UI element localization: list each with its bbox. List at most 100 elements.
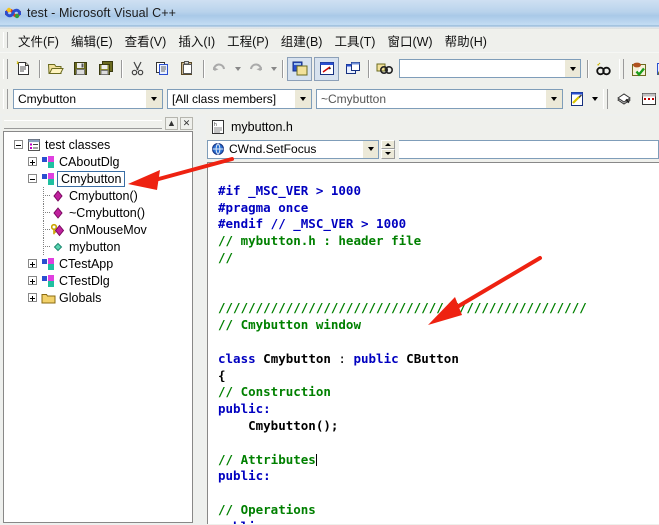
expander-plus-globals[interactable]: [24, 293, 40, 302]
window-list-button[interactable]: [341, 58, 364, 80]
tree-label-caboutdlg: CAboutDlg: [59, 154, 120, 169]
expander-plus-ctestdlg[interactable]: [24, 276, 40, 285]
function-combo[interactable]: CWnd.SetFocus: [207, 139, 379, 159]
workspace-caption-grip[interactable]: [4, 120, 162, 129]
menu-window[interactable]: 窗口(W): [381, 29, 438, 52]
tree-item-ctestapp[interactable]: CTestApp: [10, 255, 192, 272]
spinner-up-button[interactable]: [381, 139, 395, 149]
new-file-button[interactable]: [12, 58, 35, 80]
expander-plus-ctestapp[interactable]: [24, 259, 40, 268]
tree-label-ctestdlg: CTestDlg: [59, 273, 110, 288]
vcpp-icon: [5, 7, 21, 19]
menu-build[interactable]: 组建(B): [275, 29, 329, 52]
undo-dropdown-button[interactable]: [232, 58, 243, 80]
class-combo[interactable]: Cmybutton: [13, 88, 163, 109]
find-in-files-button[interactable]: [373, 58, 396, 80]
member-function-key-icon: [50, 222, 66, 237]
tree-label-test-classes: test classes: [45, 137, 111, 152]
menu-grip[interactable]: [3, 32, 8, 48]
toolbar-grip[interactable]: [3, 58, 8, 79]
resource-button[interactable]: [637, 88, 659, 110]
function-combo-arrow[interactable]: [362, 140, 378, 158]
undo-button[interactable]: [208, 58, 231, 80]
menu-file[interactable]: 文件(F): [12, 29, 65, 52]
output-window-button[interactable]: [314, 56, 339, 81]
tree-connector-4: [36, 238, 50, 255]
wizard-dropdown-button[interactable]: [589, 88, 600, 110]
tree-item-onmousemove[interactable]: OnMouseMov: [10, 221, 192, 238]
workspace-window-button[interactable]: [287, 56, 312, 81]
classes-folder-icon: [26, 137, 42, 152]
save-all-button[interactable]: [94, 58, 117, 80]
chevron-down-icon-8: [367, 147, 374, 151]
expander-plus-caboutdlg[interactable]: [24, 157, 40, 166]
wizard-bar: Cmybutton [All class members] ~Cmybutton: [0, 83, 659, 114]
tree-item-caboutdlg[interactable]: CAboutDlg: [10, 153, 192, 170]
copy-button[interactable]: [151, 58, 174, 80]
tree-label-onmousemove: OnMouseMov: [69, 222, 147, 237]
code-line-8: // Cmybutton window: [218, 317, 361, 333]
save-all-icon: [99, 61, 113, 75]
output-window-icon: [319, 62, 334, 75]
open-file-button[interactable]: [44, 58, 67, 80]
tree-label-cmybutton[interactable]: Cmybutton: [57, 170, 126, 187]
menu-help[interactable]: 帮助(H): [439, 29, 493, 52]
workspace-minimize-button[interactable]: ▲: [165, 117, 178, 130]
class-view-tree[interactable]: test classes CAboutDlg Cmybutton Cmybutt…: [3, 131, 193, 523]
tree-item-cmybutton-ctor[interactable]: Cmybutton(): [10, 187, 192, 204]
expander-minus-root[interactable]: [10, 140, 26, 149]
wizardbar-grip[interactable]: [3, 88, 8, 109]
open-folder-button[interactable]: [653, 58, 659, 80]
toolbar-separator-2: [121, 59, 122, 78]
window-list-icon: [345, 62, 360, 74]
class-combo-arrow[interactable]: [145, 89, 162, 108]
menu-tools[interactable]: 工具(T): [328, 29, 381, 52]
save-button[interactable]: [69, 58, 92, 80]
vcpp-main-window: test - Microsoft Visual C++ 文件(F) 编辑(E) …: [0, 0, 659, 525]
chevron-down-icon-5: [300, 96, 306, 101]
filter-combo-arrow[interactable]: [294, 89, 311, 108]
tree-item-cmybutton-dtor[interactable]: ~Cmybutton(): [10, 204, 192, 221]
code-line-0: #if _MSC_VER > 1000: [218, 182, 361, 198]
menu-insert[interactable]: 插入(I): [172, 29, 221, 52]
tree-item-ctestdlg[interactable]: CTestDlg: [10, 272, 192, 289]
undo-icon: [213, 63, 225, 71]
workspace-close-button[interactable]: ✕: [180, 117, 193, 130]
find-binoculars-button[interactable]: [592, 58, 615, 80]
find-combo[interactable]: [399, 59, 581, 78]
tree-item-test-classes[interactable]: test classes: [10, 136, 192, 153]
editor-file-name[interactable]: mybutton.h: [231, 120, 293, 134]
chevron-down-icon: [234, 66, 241, 71]
build-button[interactable]: [612, 88, 635, 110]
filter-combo[interactable]: [All class members]: [167, 88, 312, 109]
menu-view[interactable]: 查看(V): [119, 29, 173, 52]
code-editor[interactable]: #if _MSC_VER > 1000 #pragma once #endif …: [207, 162, 659, 524]
menu-project[interactable]: 工程(P): [221, 29, 275, 52]
tree-root: test classes CAboutDlg Cmybutton Cmybutt…: [4, 132, 192, 306]
chevron-down-icon-6: [551, 96, 557, 101]
redo-dropdown-button[interactable]: [268, 58, 279, 80]
tree-connector-3: [36, 221, 50, 238]
compile-check-button[interactable]: [628, 58, 651, 80]
tree-item-mybutton-var[interactable]: mybutton: [10, 238, 192, 255]
toolbar-grip-2[interactable]: [619, 58, 624, 79]
wizard-action-button[interactable]: [565, 88, 588, 110]
chevron-up-icon: [385, 142, 391, 146]
spinner-down-button[interactable]: [381, 149, 395, 159]
expander-minus-cmybutton[interactable]: [24, 174, 40, 183]
tree-item-globals[interactable]: Globals: [10, 289, 192, 306]
minus-box-icon: [13, 140, 23, 149]
member-combo[interactable]: ~Cmybutton: [316, 88, 563, 109]
wizardbar-grip-2[interactable]: [603, 88, 608, 109]
menu-edit[interactable]: 编辑(E): [65, 29, 119, 52]
tree-label-ctestapp: CTestApp: [59, 256, 114, 271]
toolbar-separator-5: [368, 59, 369, 78]
find-combo-arrow[interactable]: [564, 60, 580, 77]
paste-button[interactable]: [176, 58, 199, 80]
cut-button[interactable]: [126, 58, 149, 80]
member-combo-arrow[interactable]: [545, 89, 562, 108]
function-spinner[interactable]: [381, 139, 395, 159]
redo-button[interactable]: [244, 58, 267, 80]
tree-item-cmybutton[interactable]: Cmybutton: [10, 170, 192, 187]
